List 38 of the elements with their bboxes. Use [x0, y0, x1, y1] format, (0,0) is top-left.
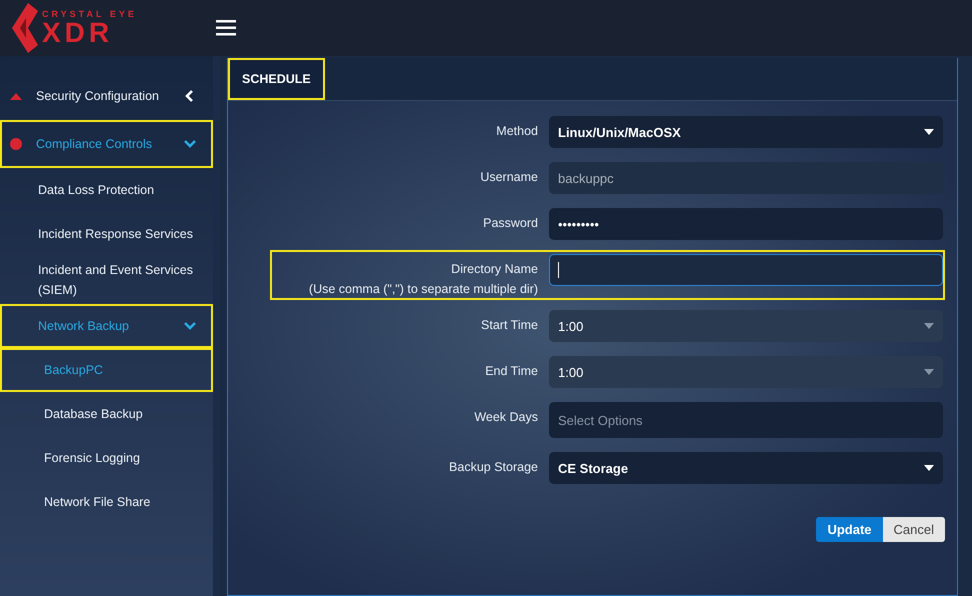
sidebar-item[interactable]: Compliance Controls	[0, 120, 213, 168]
multiselect-field[interactable]: Select Options	[549, 402, 943, 438]
field-label: Start Time	[481, 318, 538, 332]
text-field[interactable]	[549, 254, 943, 286]
field-label: Week Days	[474, 410, 538, 424]
sidebar-item[interactable]: Incident and Event Services (SIEM)	[0, 256, 213, 304]
dropdown-caret-icon	[924, 369, 934, 375]
field-label: Password	[483, 216, 538, 230]
triangle-icon	[10, 92, 22, 100]
field-label: End Time	[485, 364, 538, 378]
sidebar-item[interactable]: Data Loss Protection	[0, 168, 213, 212]
sidebar-item[interactable]: BackupPC	[0, 348, 213, 392]
dropdown-caret-icon	[924, 465, 934, 471]
brand-tagline: CRYSTAL EYE	[42, 10, 137, 18]
select-field[interactable]: 1:00	[549, 356, 943, 388]
field-label: Directory Name	[451, 262, 538, 276]
sidebar-item[interactable]: Network Backup	[0, 304, 213, 348]
dropdown-caret-icon	[924, 323, 934, 329]
field-label: Backup Storage	[449, 460, 538, 474]
sidebar-item[interactable]: Incident Response Services	[0, 212, 213, 256]
sidebar-item[interactable]: Network File Share	[0, 480, 213, 524]
dropdown-caret-icon	[924, 129, 934, 135]
field-label: Method	[496, 124, 538, 138]
select-field[interactable]: CE Storage	[549, 452, 943, 484]
update-button[interactable]: Update	[816, 517, 883, 542]
sidebar-item[interactable]: Security Configuration	[0, 72, 213, 120]
field-label: Username	[480, 170, 538, 184]
sidebar-item[interactable]: Database Backup	[0, 392, 213, 436]
select-field[interactable]: 1:00	[549, 310, 943, 342]
brand-name: XDR	[42, 18, 114, 46]
logo-icon	[12, 3, 38, 53]
text-field[interactable]: •••••••••	[549, 208, 943, 240]
sidebar-item[interactable]: Forensic Logging	[0, 436, 213, 480]
cancel-button[interactable]: Cancel	[882, 517, 945, 542]
menu-icon[interactable]	[216, 20, 236, 36]
select-field[interactable]: Linux/Unix/MacOSX	[549, 116, 943, 148]
field-hint: (Use comma (",") to separate multiple dir)	[308, 282, 538, 296]
tab[interactable]: SCHEDULE	[228, 58, 325, 100]
